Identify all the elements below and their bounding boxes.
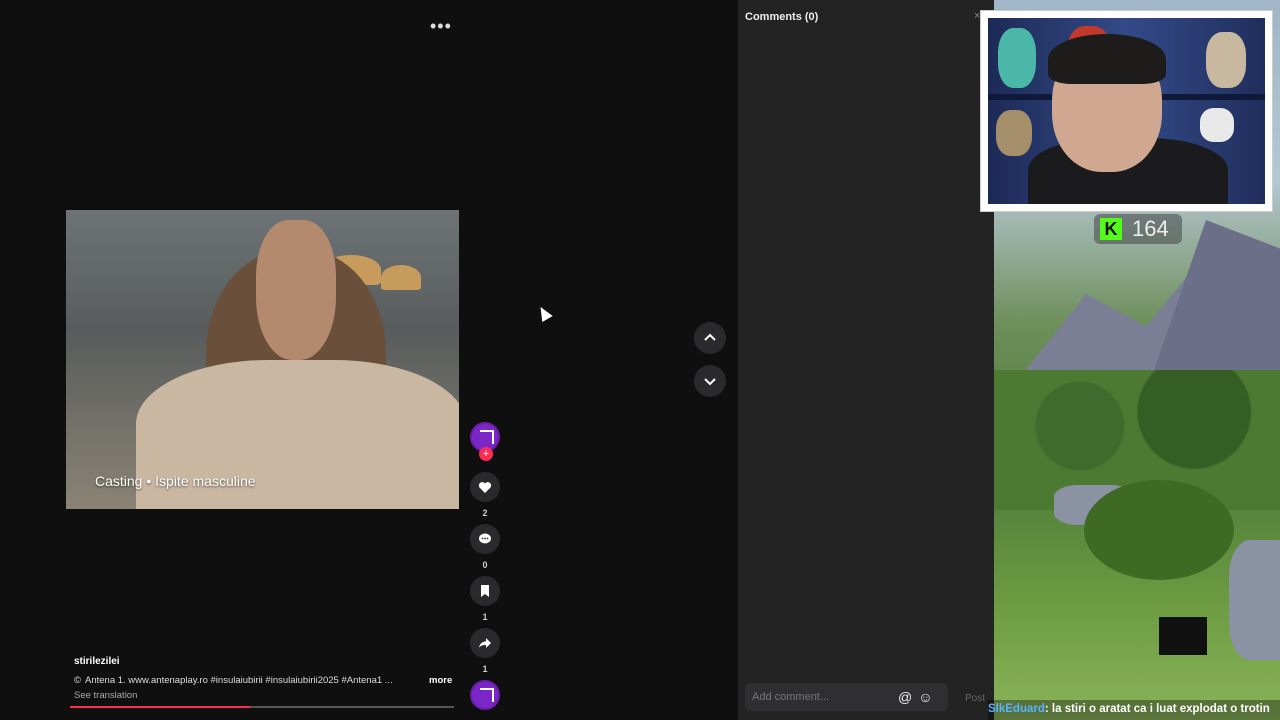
save-action: 1 [470, 576, 502, 622]
comment-count: 0 [482, 560, 488, 570]
more-link[interactable]: more [429, 675, 452, 686]
comment-bubble-icon [479, 533, 491, 544]
overlay-box [1159, 617, 1207, 655]
video-progress-fill [70, 706, 251, 708]
next-video-button[interactable] [694, 365, 726, 397]
mouse-cursor-icon [535, 303, 553, 323]
figure-decor [1206, 32, 1246, 88]
bookmark-button[interactable] [470, 576, 500, 606]
figure-decor [996, 110, 1032, 156]
share-arrow-icon [479, 638, 491, 648]
comment-input-box: @ ☺ [745, 683, 948, 711]
rock-decor [1229, 540, 1280, 660]
more-options-icon[interactable]: ••• [430, 16, 452, 37]
bookmark-icon [481, 585, 489, 597]
follow-plus-icon[interactable]: + [479, 447, 493, 461]
screen: ••• Casting • Ispite masculine + 2 0 1 1… [0, 0, 1280, 720]
emoji-icon[interactable]: ☺ [918, 689, 932, 705]
at-mention-icon[interactable]: @ [898, 689, 912, 705]
like-count: 2 [482, 508, 488, 518]
video-meta: stirilezilei © Antena 1. www.antenaplay.… [74, 656, 464, 701]
chat-message: SlkEduard: la stiri o aratat ca i luat e… [988, 700, 1280, 720]
heart-icon [478, 481, 492, 493]
comment-input[interactable] [752, 691, 892, 703]
chevron-up-icon [704, 333, 716, 341]
webcam-feed [988, 18, 1265, 204]
comments-panel: Comments (0) × @ ☺ Post [738, 0, 994, 720]
video-person-face [256, 220, 336, 360]
description-text: Antena 1. www.antenaplay.ro #insulaiubir… [85, 675, 393, 686]
video-progress-bar[interactable] [70, 706, 454, 708]
sound-avatar[interactable] [470, 680, 500, 710]
author-name[interactable]: stirilezilei [74, 656, 464, 667]
like-button[interactable] [470, 472, 500, 502]
video-description: © Antena 1. www.antenaplay.ro #insulaiub… [74, 675, 464, 686]
comment-action: 0 [470, 524, 502, 570]
share-action: 1 [470, 628, 502, 674]
copyright-icon: © [74, 675, 81, 686]
chevron-down-icon [704, 378, 716, 386]
webcam-overlay [980, 10, 1273, 212]
like-action: 2 [470, 472, 502, 518]
comments-title: Comments (0) [745, 11, 819, 23]
share-count: 1 [482, 664, 488, 674]
kick-logo-icon: K [1100, 218, 1122, 240]
post-button[interactable]: Post [965, 693, 985, 704]
figure-decor [998, 28, 1036, 88]
figure-decor [1200, 108, 1234, 142]
viewer-count: 164 [1132, 216, 1169, 241]
video-feed: ••• Casting • Ispite masculine + 2 0 1 1… [0, 0, 738, 720]
save-count: 1 [482, 612, 488, 622]
bush-decor [1084, 480, 1234, 580]
video-player[interactable]: Casting • Ispite masculine [66, 210, 459, 509]
see-translation-link[interactable]: See translation [74, 690, 464, 701]
previous-video-button[interactable] [694, 322, 726, 354]
lamp-decor [381, 265, 421, 290]
viewer-count-badge: K 164 [1094, 214, 1182, 244]
comment-button[interactable] [470, 524, 500, 554]
chat-text: : la stiri o aratat ca i luat explodat o… [1044, 703, 1270, 715]
chat-username: SlkEduard [988, 703, 1045, 715]
streamer-hair [1048, 34, 1166, 84]
share-button[interactable] [470, 628, 500, 658]
video-caption: Casting • Ispite masculine [95, 473, 256, 489]
